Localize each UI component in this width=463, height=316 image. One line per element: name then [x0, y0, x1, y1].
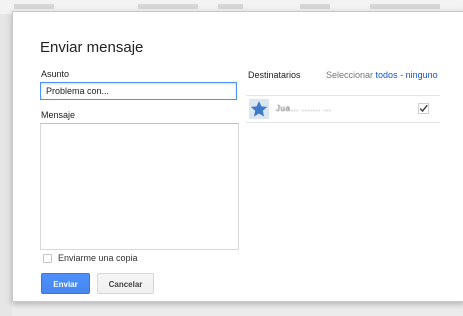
subject-input[interactable]: [40, 82, 237, 100]
message-label: Mensaje: [41, 110, 76, 120]
star-avatar-icon: [249, 99, 269, 119]
recipient-name: Jua… ....... …: [276, 104, 332, 113]
copy-to-self-checkbox[interactable]: [43, 253, 52, 263]
avatar: [249, 99, 269, 119]
copy-to-self-option[interactable]: Enviarme una copia: [43, 252, 138, 264]
cancel-button[interactable]: Cancelar: [97, 273, 154, 294]
background-toolbar-item: [138, 4, 198, 9]
background-panel: [0, 14, 12, 316]
select-prefix: Seleccionar: [326, 70, 374, 80]
background-toolbar-item: [14, 4, 54, 9]
message-textarea[interactable]: [40, 123, 239, 250]
send-button[interactable]: Enviar: [41, 273, 90, 294]
dialog-title: Enviar mensaje: [40, 39, 144, 56]
select-separator: -: [400, 70, 404, 80]
select-none-link[interactable]: ninguno: [406, 70, 438, 80]
subject-label: Asunto: [41, 69, 70, 79]
background-toolbar-item: [218, 4, 243, 9]
background-toolbar-item: [370, 4, 440, 9]
recipients-select-controls: Seleccionar todos - ninguno: [326, 70, 438, 80]
select-all-link[interactable]: todos: [376, 70, 398, 80]
background-toolbar-item: [300, 4, 330, 9]
recipient-row[interactable]: Jua… ....... …: [246, 95, 440, 123]
send-message-dialog: Enviar mensaje Asunto Mensaje Enviarme u…: [12, 11, 463, 302]
recipients-title: Destinatarios: [248, 70, 301, 80]
check-icon[interactable]: [418, 103, 429, 114]
recipients-header: Destinatarios Seleccionar todos - ningun…: [248, 70, 443, 84]
copy-to-self-label: Enviarme una copia: [58, 253, 138, 263]
